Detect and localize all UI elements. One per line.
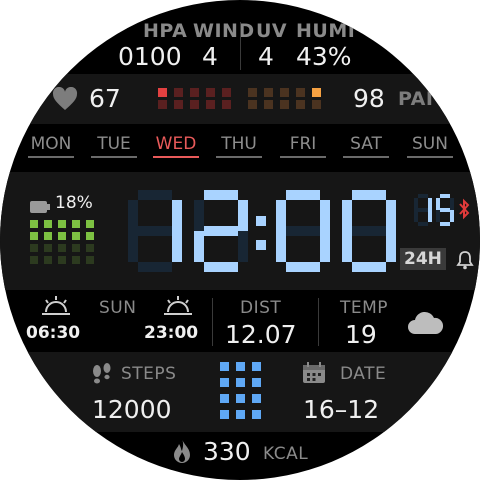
segment-b <box>238 200 248 231</box>
calories-value: 330 <box>203 437 251 466</box>
segment-g <box>204 226 238 236</box>
hpa-value: 0100 <box>118 42 182 71</box>
sunrise-icon <box>40 296 72 320</box>
steps-label: STEPS <box>121 364 177 384</box>
uv-value: 4 <box>258 42 274 71</box>
weekday-fri: FRI <box>275 134 331 158</box>
pai-meter <box>158 88 328 110</box>
battery-icon <box>30 198 50 217</box>
battery-level-grid <box>30 220 100 270</box>
time-display <box>128 190 396 272</box>
cloud-icon <box>406 308 444 340</box>
segment-b <box>172 200 182 231</box>
segment-a <box>440 194 450 198</box>
segment-e <box>342 231 352 262</box>
segment-b <box>320 200 330 231</box>
segment-c <box>238 231 248 262</box>
segment-e <box>194 231 204 262</box>
battery-percent: 18% <box>55 193 93 213</box>
info-divider-2 <box>318 298 319 346</box>
segment-d <box>138 262 172 272</box>
segment-f <box>342 200 352 231</box>
pai-value: 98 <box>353 84 385 113</box>
sunset-time: 23:00 <box>144 323 199 343</box>
segment-b <box>428 198 432 210</box>
heart-icon <box>52 86 78 115</box>
info-divider-1 <box>212 298 213 346</box>
pai-label: PAI <box>398 88 434 110</box>
sunrise-time: 06:30 <box>26 323 81 343</box>
calories-unit: KCAL <box>263 444 309 464</box>
heart-rate-value: 67 <box>89 84 121 113</box>
weekday-thu: THU <box>211 134 267 158</box>
footsteps-icon <box>90 363 114 391</box>
segment-d <box>352 262 386 272</box>
segment-g <box>352 226 386 236</box>
segment-c <box>450 210 454 222</box>
humi-label: HUMI <box>296 20 356 42</box>
segment-g <box>440 208 450 212</box>
apps-grid-icon[interactable] <box>220 362 264 419</box>
time-format-badge: 24H <box>400 248 446 270</box>
segment-f <box>128 200 138 231</box>
weekday-wed: WED <box>148 134 204 158</box>
uv-label: UV <box>256 20 288 42</box>
steps-value: 12000 <box>92 395 172 424</box>
colon-dot <box>256 240 266 250</box>
segment-c <box>386 231 396 262</box>
temp-value: 19 <box>345 320 377 349</box>
wind-value: 4 <box>202 42 218 71</box>
bluetooth-icon <box>458 198 470 224</box>
segment-e <box>128 231 138 262</box>
segment-a <box>204 190 238 200</box>
segment-d <box>418 222 428 226</box>
calendar-icon <box>302 362 326 388</box>
weekday-sun: SUN <box>402 134 458 158</box>
segment-g <box>418 208 428 212</box>
segment-c <box>320 231 330 262</box>
segment-f <box>194 200 204 231</box>
alarm-bell-icon <box>456 250 474 274</box>
segment-f <box>276 200 286 231</box>
sunset-icon <box>162 296 194 320</box>
segment-c <box>428 210 432 222</box>
segment-g <box>138 226 172 236</box>
segment-a <box>418 194 428 198</box>
segment-b <box>450 198 454 210</box>
segment-g <box>286 226 320 236</box>
flame-icon <box>172 438 192 468</box>
weekday-tue: TUE <box>86 134 142 158</box>
dist-label: DIST <box>240 298 282 318</box>
watch-face: HPA 0100 WIND 4 UV 4 HUMI 43% 67 98 PAI <box>0 0 480 480</box>
wind-label: WIND <box>193 20 255 42</box>
segment-e <box>276 231 286 262</box>
date-value: 16–12 <box>303 395 380 424</box>
segment-c <box>172 231 182 262</box>
date-label: DATE <box>340 364 387 384</box>
segment-d <box>440 222 450 226</box>
humi-value: 43% <box>296 42 352 71</box>
temp-label: TEMP <box>340 298 389 318</box>
time-seconds <box>414 194 456 226</box>
weekday-sat: SAT <box>338 134 394 158</box>
sun-label: SUN <box>99 298 137 318</box>
segment-a <box>352 190 386 200</box>
colon-dot <box>256 216 266 226</box>
segment-d <box>204 262 238 272</box>
segment-a <box>138 190 172 200</box>
weekday-mon: MON <box>23 134 79 158</box>
dist-value: 12.07 <box>225 320 297 349</box>
hpa-label: HPA <box>143 20 188 42</box>
weather-divider <box>240 22 241 70</box>
segment-a <box>286 190 320 200</box>
segment-b <box>386 200 396 231</box>
segment-d <box>286 262 320 272</box>
